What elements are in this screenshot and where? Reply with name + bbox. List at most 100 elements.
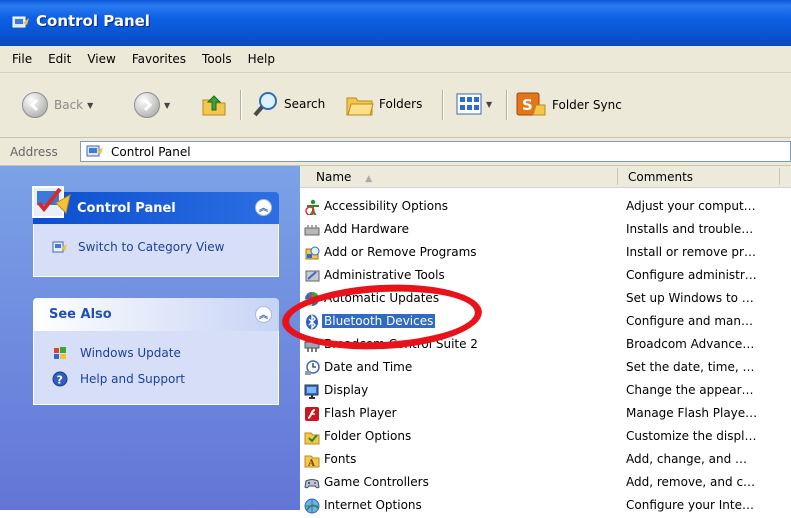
address-input[interactable]: Control Panel xyxy=(80,141,791,162)
see-also-section-body: Windows Update ? Help and Support xyxy=(33,331,279,405)
list-item-name: Display xyxy=(324,383,369,397)
control-panel-section-title: Control Panel xyxy=(77,201,176,216)
list-item-name: Fonts xyxy=(324,452,357,466)
flash-player-icon xyxy=(305,407,319,421)
back-button[interactable]: Back ▼ xyxy=(22,92,93,118)
control-panel-small-icon xyxy=(52,241,67,253)
collapse-chevron-icon[interactable]: ︽ xyxy=(255,306,272,323)
game-controller-icon xyxy=(304,479,320,489)
folder-sync-label: Folder Sync xyxy=(552,98,622,112)
menu-view[interactable]: View xyxy=(81,52,125,66)
list-item[interactable]: Internet Options Configure your Inte… xyxy=(300,495,791,518)
accessibility-icon xyxy=(305,199,319,215)
list-item-comment: Add, remove, and c… xyxy=(626,475,756,489)
list-item[interactable]: Game Controllers Add, remove, and c… xyxy=(300,472,791,495)
address-value: Control Panel xyxy=(111,145,191,159)
clock-icon xyxy=(305,360,320,375)
list-item-comment: Broadcom Advance… xyxy=(626,337,755,351)
list-item[interactable]: Display Change the appear… xyxy=(300,380,791,403)
list-item-comment: Adjust your comput… xyxy=(626,199,756,213)
add-remove-programs-icon xyxy=(305,246,320,260)
list-item-name: Add Hardware xyxy=(324,222,409,236)
folder-sync-icon: S xyxy=(516,92,546,116)
help-icon: ? xyxy=(52,371,68,387)
svg-text:?: ? xyxy=(57,374,63,387)
folder-options-icon xyxy=(304,432,320,445)
svg-text:A: A xyxy=(307,459,316,468)
list-item-comment: Set the date, time, … xyxy=(626,360,755,374)
list-item-comment: Change the appear… xyxy=(626,383,754,397)
fonts-folder-icon: A xyxy=(304,455,320,468)
window-title: Control Panel xyxy=(36,12,150,30)
folders-icon xyxy=(346,97,374,116)
toolbar-separator xyxy=(506,90,508,120)
see-also-section: See Also ︽ Windows Update ? Help and Sup… xyxy=(33,298,279,405)
address-label: Address xyxy=(10,145,58,159)
list-item-comment: Configure and man… xyxy=(626,314,754,328)
column-header-comments[interactable]: Comments xyxy=(628,170,693,184)
back-arrow-icon xyxy=(22,92,48,118)
back-label: Back xyxy=(54,98,84,112)
forward-button[interactable]: ▼ xyxy=(134,92,170,118)
list-item-name: Flash Player xyxy=(324,406,397,420)
add-hardware-icon xyxy=(304,225,320,236)
column-header-name[interactable]: Name ▲ xyxy=(316,170,372,184)
title-bar[interactable]: Control Panel xyxy=(0,0,791,46)
views-icon xyxy=(456,93,482,115)
list-item[interactable]: Accessibility Options Adjust your comput… xyxy=(300,196,791,219)
windows-update-link[interactable]: Windows Update xyxy=(52,345,181,361)
control-panel-section-body: Switch to Category View xyxy=(33,224,279,277)
search-icon xyxy=(253,92,277,117)
control-panel-section-header[interactable]: Control Panel ︽ xyxy=(32,186,279,224)
switch-to-category-view-label: Switch to Category View xyxy=(78,240,225,254)
list-item-name: Administrative Tools xyxy=(324,268,445,282)
administrative-tools-icon xyxy=(305,270,320,282)
toolbar: Back ▼ ▼ Search Folders ▼ S Folder Sync xyxy=(0,73,791,138)
folders-button[interactable]: Folders xyxy=(345,90,422,118)
list-item[interactable]: Folder Options Customize the displ… xyxy=(300,426,791,449)
views-dropdown-icon[interactable]: ▼ xyxy=(486,100,492,109)
list-item-comment: Set up Windows to … xyxy=(626,291,754,305)
up-folder-button[interactable] xyxy=(200,90,228,118)
menu-edit[interactable]: Edit xyxy=(42,52,81,66)
list-item-name: Accessibility Options xyxy=(324,199,448,213)
up-folder-icon xyxy=(202,95,226,116)
toolbar-separator xyxy=(240,90,242,120)
list-item[interactable]: Flash Player Manage Flash Playe… xyxy=(300,403,791,426)
sort-ascending-icon: ▲ xyxy=(365,174,373,184)
list-item-name: Date and Time xyxy=(324,360,413,374)
views-button[interactable]: ▼ xyxy=(456,92,492,116)
column-header-name-label: Name xyxy=(316,170,352,184)
menu-bar: File Edit View Favorites Tools Help xyxy=(0,46,791,73)
see-also-title: See Also xyxy=(49,307,112,322)
search-button[interactable]: Search xyxy=(252,90,325,118)
menu-help[interactable]: Help xyxy=(242,52,285,66)
list-item[interactable]: Add or Remove Programs Install or remove … xyxy=(300,242,791,265)
list-item[interactable]: Add Hardware Installs and trouble… xyxy=(300,219,791,242)
column-divider[interactable] xyxy=(617,168,618,185)
forward-dropdown-icon[interactable]: ▼ xyxy=(164,101,170,110)
collapse-chevron-icon[interactable]: ︽ xyxy=(255,199,272,216)
task-pane: Control Panel ︽ Switch to Category View … xyxy=(0,166,300,510)
menu-tools[interactable]: Tools xyxy=(196,52,242,66)
list-item-name: Folder Options xyxy=(324,429,412,443)
toolbar-separator xyxy=(442,90,444,120)
list-item-comment: Configure administr… xyxy=(626,268,757,282)
column-header-bar: Name ▲ Comments xyxy=(300,166,791,188)
help-and-support-link[interactable]: ? Help and Support xyxy=(52,371,185,387)
list-item[interactable]: Date and Time Set the date, time, … xyxy=(300,357,791,380)
switch-to-category-view-link[interactable]: Switch to Category View xyxy=(52,239,224,255)
address-bar: Address Control Panel xyxy=(0,138,791,166)
list-item-name: Add or Remove Programs xyxy=(324,245,477,259)
see-also-section-header[interactable]: See Also ︽ xyxy=(33,298,279,331)
folder-sync-button[interactable]: S Folder Sync xyxy=(516,91,622,119)
list-item-name: Game Controllers xyxy=(324,475,429,489)
menu-favorites[interactable]: Favorites xyxy=(126,52,196,66)
list-item-comment: Add, change, and … xyxy=(626,452,748,466)
list-item[interactable]: A Fonts Add, change, and … xyxy=(300,449,791,472)
back-dropdown-icon[interactable]: ▼ xyxy=(87,101,93,110)
forward-arrow-icon xyxy=(134,92,160,118)
menu-file[interactable]: File xyxy=(6,52,42,66)
svg-text:S: S xyxy=(522,96,533,114)
column-divider[interactable] xyxy=(779,168,780,185)
